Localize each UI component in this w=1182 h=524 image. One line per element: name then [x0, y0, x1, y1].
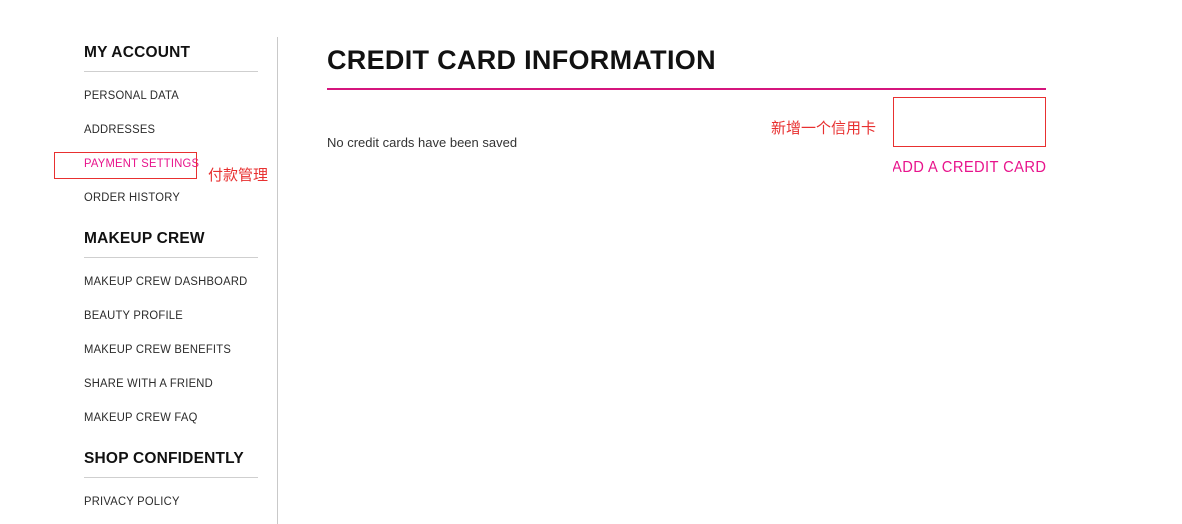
- sidebar-item-beauty-profile[interactable]: BEAUTY PROFILE: [84, 308, 262, 322]
- annotation-label-add-credit-card: 新增一个信用卡: [771, 119, 877, 137]
- sidebar-group-rule: [84, 477, 258, 478]
- sidebar-group-rule: [84, 257, 258, 258]
- sidebar-group-shop-confidently: SHOP CONFIDENTLY PRIVACY POLICY: [84, 450, 278, 508]
- account-sidebar: MY ACCOUNT PERSONAL DATA ADDRESSES PAYME…: [84, 44, 278, 524]
- sidebar-group-title-shop-confidently: SHOP CONFIDENTLY: [84, 450, 244, 467]
- sidebar-group-title-my-account: MY ACCOUNT: [84, 44, 191, 61]
- main-content: CREDIT CARD INFORMATION No credit cards …: [327, 44, 1046, 210]
- sidebar-group-rule: [84, 71, 258, 72]
- sidebar-item-addresses[interactable]: ADDRESSES: [84, 122, 262, 136]
- sidebar-group-makeup-crew: MAKEUP CREW MAKEUP CREW DASHBOARD BEAUTY…: [84, 230, 278, 424]
- sidebar-item-share-with-a-friend[interactable]: SHARE WITH A FRIEND: [84, 376, 262, 390]
- sidebar-item-personal-data[interactable]: PERSONAL DATA: [84, 88, 262, 102]
- page-title: CREDIT CARD INFORMATION: [327, 45, 716, 75]
- sidebar-item-makeup-crew-faq[interactable]: MAKEUP CREW FAQ: [84, 410, 262, 424]
- annotation-label-payment-settings: 付款管理: [208, 166, 269, 184]
- sidebar-item-order-history[interactable]: ORDER HISTORY: [84, 190, 262, 204]
- add-credit-card-label: ADD A CREDIT CARD: [893, 159, 1046, 176]
- empty-state-message: No credit cards have been saved: [327, 135, 518, 150]
- sidebar-item-makeup-crew-benefits[interactable]: MAKEUP CREW BENEFITS: [84, 342, 262, 356]
- account-page: MY ACCOUNT PERSONAL DATA ADDRESSES PAYME…: [0, 0, 1182, 524]
- sidebar-item-privacy-policy[interactable]: PRIVACY POLICY: [84, 494, 262, 508]
- sidebar-group-title-makeup-crew: MAKEUP CREW: [84, 230, 205, 247]
- credit-card-list-region: No credit cards have been saved ADD A CR…: [327, 90, 1046, 210]
- sidebar-item-makeup-crew-dashboard[interactable]: MAKEUP CREW DASHBOARD: [84, 274, 262, 288]
- add-credit-card-button[interactable]: ADD A CREDIT CARD: [893, 143, 1046, 193]
